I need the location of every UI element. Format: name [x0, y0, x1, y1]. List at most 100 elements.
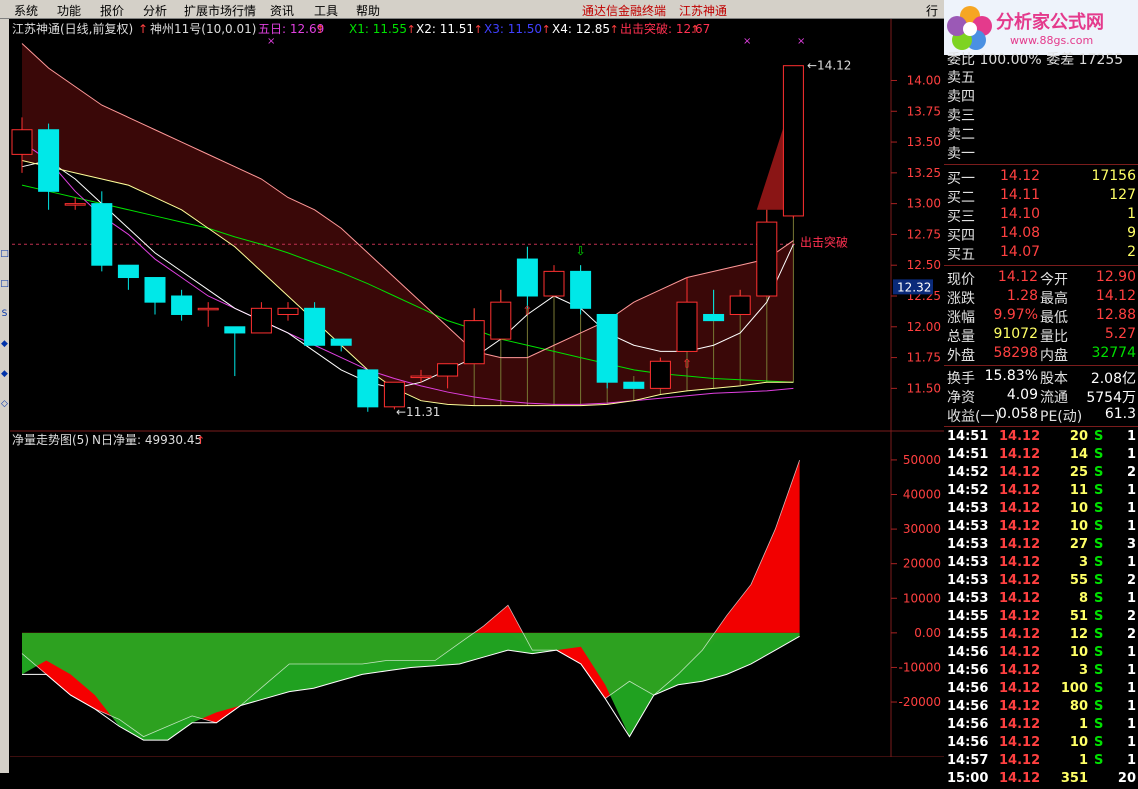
tick-count: 1: [1126, 519, 1136, 534]
sell-level-row[interactable]: 卖四: [944, 86, 1138, 105]
tick-row[interactable]: 14:56 14.12 100 S 1: [944, 681, 1138, 699]
stat-row[interactable]: 现价 14.12 今开 12.90: [944, 269, 1138, 288]
stat-row[interactable]: 净资 4.09 流通 5754万: [944, 387, 1138, 406]
tick-time: 14:53: [947, 501, 989, 516]
price-axis-label: 12.50: [907, 258, 941, 272]
buy-level-row[interactable]: 买三 14.10 1: [944, 206, 1138, 225]
tick-side: S: [1094, 483, 1104, 498]
candle-body: [277, 307, 299, 315]
tick-row[interactable]: 14:56 14.12 1 S 1: [944, 717, 1138, 735]
stat-row[interactable]: 换手 15.83% 股本 2.08亿: [944, 368, 1138, 387]
promo-terminal[interactable]: 通达信金融终端: [582, 2, 666, 19]
legend-arrow-icon: ↑: [316, 23, 325, 36]
tick-row[interactable]: 14:51 14.12 14 S 1: [944, 447, 1138, 465]
tick-side: S: [1094, 447, 1104, 462]
indicator-name: 神州11号(10,0.01): [150, 22, 256, 36]
menu-system[interactable]: 系统: [14, 2, 38, 19]
stat-value: 61.3: [1104, 406, 1136, 422]
stat-value: 14.12: [1095, 288, 1136, 304]
tick-volume: 10: [1069, 645, 1088, 660]
order-label: 买三: [947, 209, 975, 225]
chart-canvas[interactable]: 14.0013.7513.5013.2513.0012.7512.5012.25…: [0, 0, 944, 773]
tick-row[interactable]: 14:55 14.12 12 S 2: [944, 627, 1138, 645]
tick-row[interactable]: 14:56 14.12 80 S 1: [944, 699, 1138, 717]
flow-area-green: [22, 632, 800, 741]
price-axis-label: 11.50: [907, 381, 941, 395]
tick-price: 14.12: [999, 465, 1041, 480]
tick-count: 20: [1117, 771, 1136, 786]
tool-icon[interactable]: ◆: [0, 339, 9, 349]
menu-extended-market[interactable]: 扩展市场行情: [184, 2, 256, 19]
tick-row[interactable]: 14:53 14.12 10 S 1: [944, 519, 1138, 537]
tick-row[interactable]: 14:52 14.12 25 S 2: [944, 465, 1138, 483]
buy-level-row[interactable]: 买四 14.08 9: [944, 225, 1138, 244]
candle-body: [729, 295, 751, 315]
menu-analysis[interactable]: 分析: [143, 2, 167, 19]
buy-level-row[interactable]: 买五 14.07 2: [944, 244, 1138, 263]
sell-level-row[interactable]: 卖二: [944, 124, 1138, 143]
tick-volume: 10: [1069, 501, 1088, 516]
tick-row[interactable]: 14:53 14.12 3 S 1: [944, 555, 1138, 573]
stat-label: 现价: [947, 272, 975, 288]
menu-cut-item[interactable]: 行: [926, 2, 938, 19]
legend-arrow-icon: ↑: [690, 23, 699, 36]
sell-level-row[interactable]: 卖三: [944, 105, 1138, 124]
tool-icon[interactable]: S: [0, 309, 9, 319]
tick-time: 14:56: [947, 681, 989, 696]
stat-row[interactable]: 外盘 58298 内盘 32774: [944, 345, 1138, 364]
tick-row[interactable]: 14:51 14.12 20 S 1: [944, 429, 1138, 447]
tick-price: 14.12: [999, 735, 1041, 750]
buy-level-row[interactable]: 买一 14.12 17156: [944, 168, 1138, 187]
menu-news[interactable]: 资讯: [270, 2, 294, 19]
flow-axis-label: -10000: [898, 660, 941, 674]
legend-arrow-icon: ↑: [474, 23, 483, 36]
menu-quote[interactable]: 报价: [100, 2, 124, 19]
tick-count: 2: [1126, 465, 1136, 480]
tick-row[interactable]: 14:56 14.12 3 S 1: [944, 663, 1138, 681]
tick-count: 2: [1126, 573, 1136, 588]
marker-icon: ×: [743, 36, 751, 47]
sell-level-row[interactable]: 卖五: [944, 67, 1138, 86]
tick-row[interactable]: 14:56 14.12 10 S 1: [944, 735, 1138, 753]
order-price: 14.11: [1000, 187, 1041, 203]
tick-row[interactable]: 14:53 14.12 8 S 1: [944, 591, 1138, 609]
candle-body: [171, 295, 193, 315]
flow-arrow-icon: ↑: [196, 434, 205, 447]
tick-row[interactable]: 14:53 14.12 10 S 1: [944, 501, 1138, 519]
stat-row[interactable]: 收益(一) 0.058 PE(动) 61.3: [944, 406, 1138, 425]
tool-icon[interactable]: ◇: [0, 399, 9, 409]
tick-count: 1: [1126, 699, 1136, 714]
sell-level-row[interactable]: 卖一: [944, 143, 1138, 162]
tick-row[interactable]: 14:56 14.12 10 S 1: [944, 645, 1138, 663]
buy-level-row[interactable]: 买二 14.11 127: [944, 187, 1138, 206]
tick-row[interactable]: 14:52 14.12 11 S 1: [944, 483, 1138, 501]
tool-icon[interactable]: ◆: [0, 369, 9, 379]
legend-item: X1: 11.55: [349, 22, 407, 36]
order-label: 卖三: [947, 108, 975, 124]
stat-label: 最低: [1040, 310, 1068, 326]
tick-row[interactable]: 14:53 14.12 27 S 3: [944, 537, 1138, 555]
menu-tools[interactable]: 工具: [314, 2, 338, 19]
menu-help[interactable]: 帮助: [356, 2, 380, 19]
tick-row[interactable]: 14:57 14.12 1 S 1: [944, 753, 1138, 771]
tick-time: 14:52: [947, 483, 989, 498]
tick-volume: 100: [1060, 681, 1088, 696]
tick-row[interactable]: 14:53 14.12 55 S 2: [944, 573, 1138, 591]
order-price: 14.08: [1000, 225, 1041, 241]
legend-item: 五日: 12.69: [258, 22, 324, 36]
tick-row[interactable]: 14:55 14.12 51 S 2: [944, 609, 1138, 627]
tool-icon[interactable]: □: [0, 279, 9, 289]
stat-row[interactable]: 总量 91072 量比 5.27: [944, 326, 1138, 345]
stat-row[interactable]: 涨幅 9.97% 最低 12.88: [944, 307, 1138, 326]
tick-price: 14.12: [999, 717, 1041, 732]
promo-stock-name[interactable]: 江苏神通: [679, 2, 727, 19]
tool-icon[interactable]: □: [0, 249, 9, 259]
left-tool-strip[interactable]: □ □ S ◆ ◆ ◇: [0, 19, 9, 773]
tick-count: 1: [1126, 735, 1136, 750]
tick-row[interactable]: 15:00 14.12 351 20: [944, 771, 1138, 789]
tick-price: 14.12: [999, 537, 1041, 552]
tick-count: 3: [1126, 537, 1136, 552]
menu-function[interactable]: 功能: [57, 2, 81, 19]
price-axis-label: 11.75: [907, 351, 941, 365]
stat-row[interactable]: 涨跌 1.28 最高 14.12: [944, 288, 1138, 307]
